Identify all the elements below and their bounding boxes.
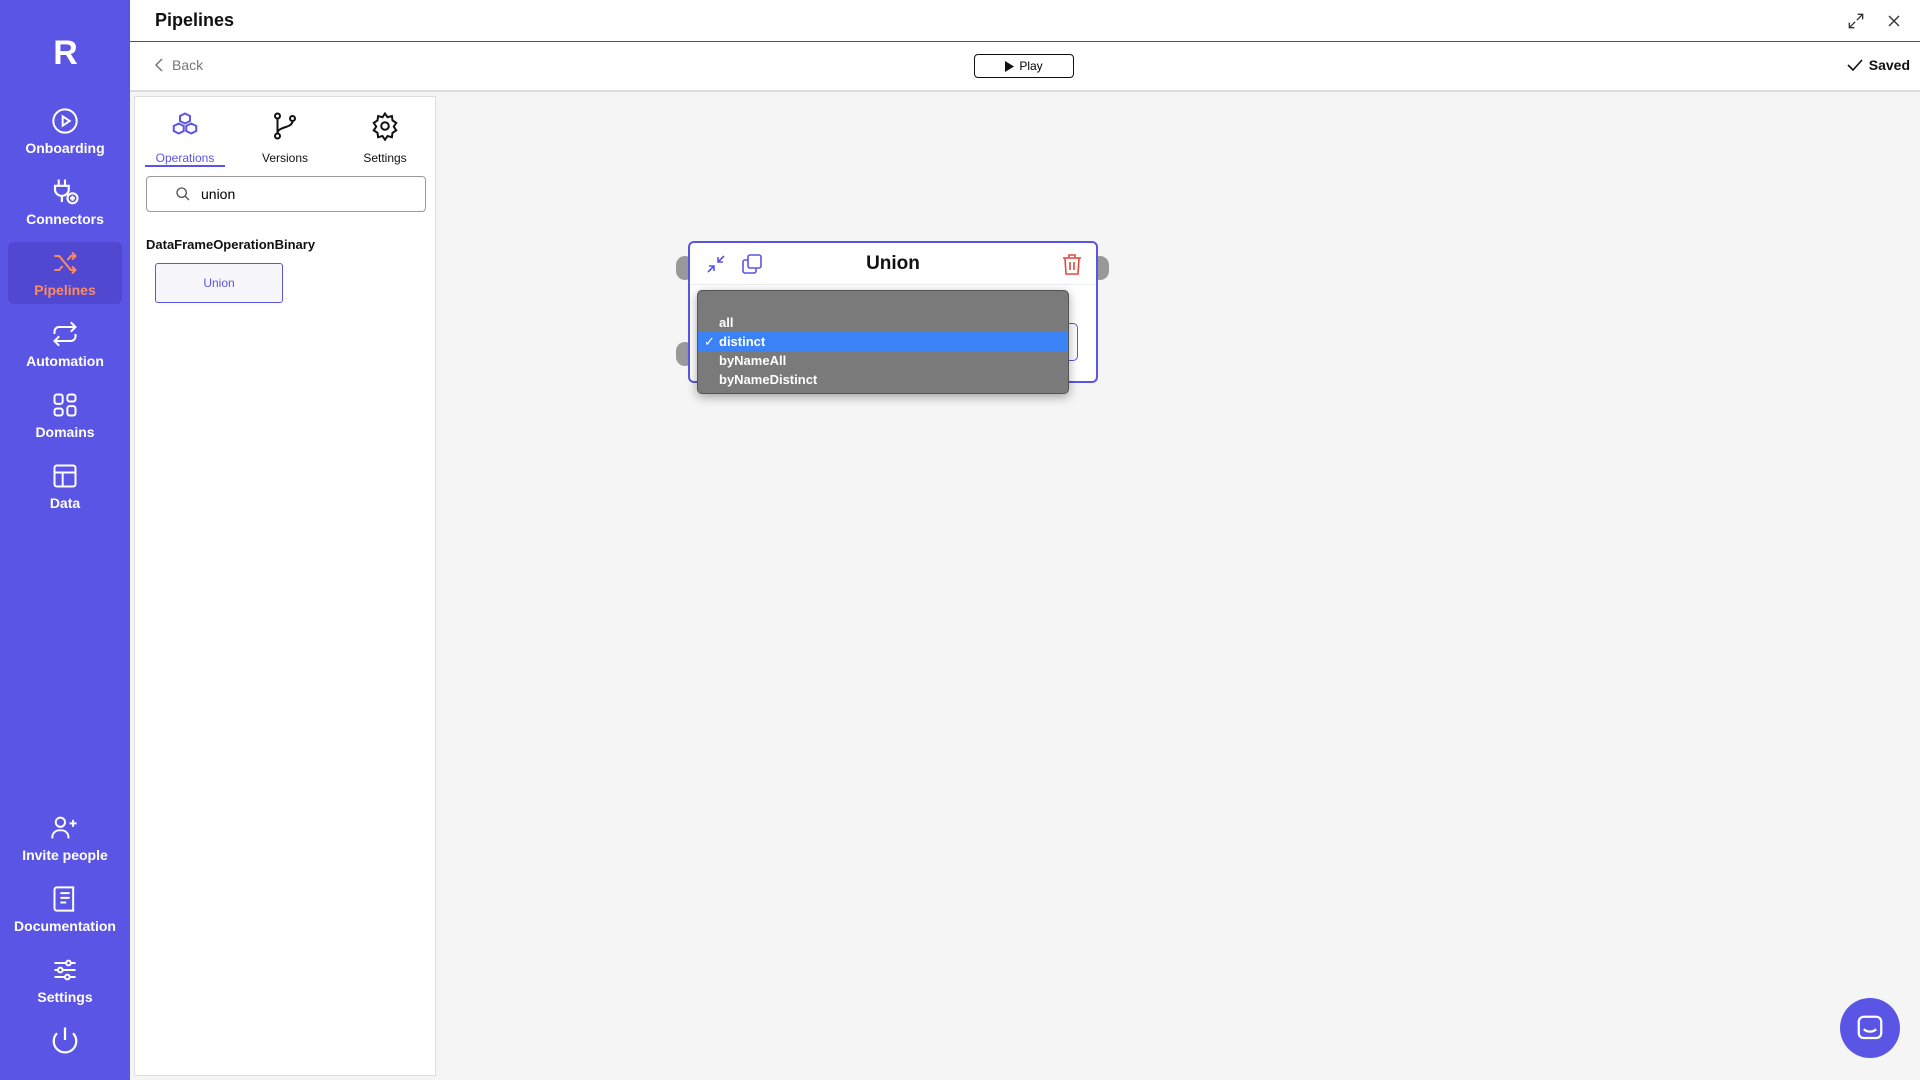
sliders-icon <box>50 955 80 985</box>
sidebar-item-domains[interactable]: Domains <box>8 384 122 446</box>
dropdown-option-all[interactable]: all <box>698 313 1068 332</box>
play-circle-icon <box>50 106 80 136</box>
category-title: DataFrameOperationBinary <box>146 237 316 252</box>
top-bar: Pipelines <box>130 0 1920 42</box>
power-icon[interactable] <box>50 1025 80 1055</box>
sidebar-item-label: Onboarding <box>25 140 105 156</box>
user-plus-icon <box>50 813 80 843</box>
sidebar-item-label: Settings <box>37 989 93 1005</box>
shuffle-icon <box>50 248 80 278</box>
sidebar-item-settings[interactable]: Settings <box>8 949 122 1011</box>
tab-operations[interactable]: Operations <box>145 111 225 167</box>
grid-icon <box>50 390 80 420</box>
operations-panel: Operations Versions Settings DataFrameOp… <box>134 96 436 1076</box>
sidebar-item-label: Domains <box>35 424 95 440</box>
tab-label: Operations <box>155 151 215 165</box>
node-title: Union <box>866 253 920 274</box>
back-label: Back <box>172 57 204 73</box>
sidebar: R Onboarding Connectors Pipelines Automa… <box>0 0 130 1080</box>
tab-versions[interactable]: Versions <box>245 111 325 167</box>
sidebar-item-onboarding[interactable]: Onboarding <box>8 100 122 162</box>
play-label: Play <box>1019 59 1043 73</box>
dropdown-option-bynameall[interactable]: byNameAll <box>698 351 1068 370</box>
operation-union-button[interactable]: Union <box>155 263 283 303</box>
plug-icon <box>50 177 80 207</box>
sidebar-item-connectors[interactable]: Connectors <box>8 171 122 233</box>
chat-icon <box>1857 1015 1883 1040</box>
search-input[interactable] <box>201 186 401 202</box>
tab-label: Settings <box>363 151 407 165</box>
sidebar-item-label: Documentation <box>14 918 116 934</box>
chat-launcher-button[interactable] <box>1840 998 1900 1058</box>
repeat-icon <box>50 319 80 349</box>
table-icon <box>50 461 80 491</box>
close-icon[interactable] <box>1884 11 1904 31</box>
book-icon <box>50 884 80 914</box>
sidebar-item-label: Pipelines <box>34 282 96 298</box>
app-logo[interactable]: R <box>0 34 130 73</box>
sidebar-item-pipelines[interactable]: Pipelines <box>8 242 122 304</box>
page-title: Pipelines <box>155 10 235 30</box>
back-button[interactable]: Back <box>154 57 203 73</box>
chevron-left-icon <box>154 58 163 72</box>
gear-icon <box>370 111 400 146</box>
play-icon <box>1005 60 1015 72</box>
check-icon: ✓ <box>704 334 715 349</box>
trash-icon[interactable] <box>1060 252 1084 276</box>
cubes-icon <box>170 111 200 146</box>
check-icon <box>1847 59 1863 72</box>
saved-label: Saved <box>1868 57 1910 73</box>
sidebar-item-data[interactable]: Data <box>8 455 122 517</box>
sidebar-item-invite-people[interactable]: Invite people <box>8 807 122 869</box>
play-button[interactable]: Play <box>974 54 1074 78</box>
dropdown-option-bynamedistinct[interactable]: byNameDistinct <box>698 370 1068 389</box>
tab-label: Versions <box>261 151 309 165</box>
sidebar-item-label: Connectors <box>26 211 104 227</box>
saved-status: Saved <box>1847 57 1910 73</box>
toolbar: Back Play Saved <box>130 42 1920 92</box>
expand-icon[interactable] <box>1846 11 1866 31</box>
sidebar-item-label: Data <box>49 495 81 511</box>
sidebar-item-automation[interactable]: Automation <box>8 313 122 375</box>
sidebar-item-label: Automation <box>26 353 104 369</box>
search-field[interactable] <box>146 176 426 212</box>
search-icon <box>176 187 190 201</box>
sidebar-item-documentation[interactable]: Documentation <box>8 878 122 940</box>
dropdown-option-distinct[interactable]: ✓ distinct <box>698 332 1068 351</box>
union-mode-dropdown: all ✓ distinct byNameAll byNameDistinct <box>697 290 1069 394</box>
tab-settings[interactable]: Settings <box>345 111 425 167</box>
git-branch-icon <box>270 111 300 146</box>
sidebar-item-label: Invite people <box>22 847 108 863</box>
